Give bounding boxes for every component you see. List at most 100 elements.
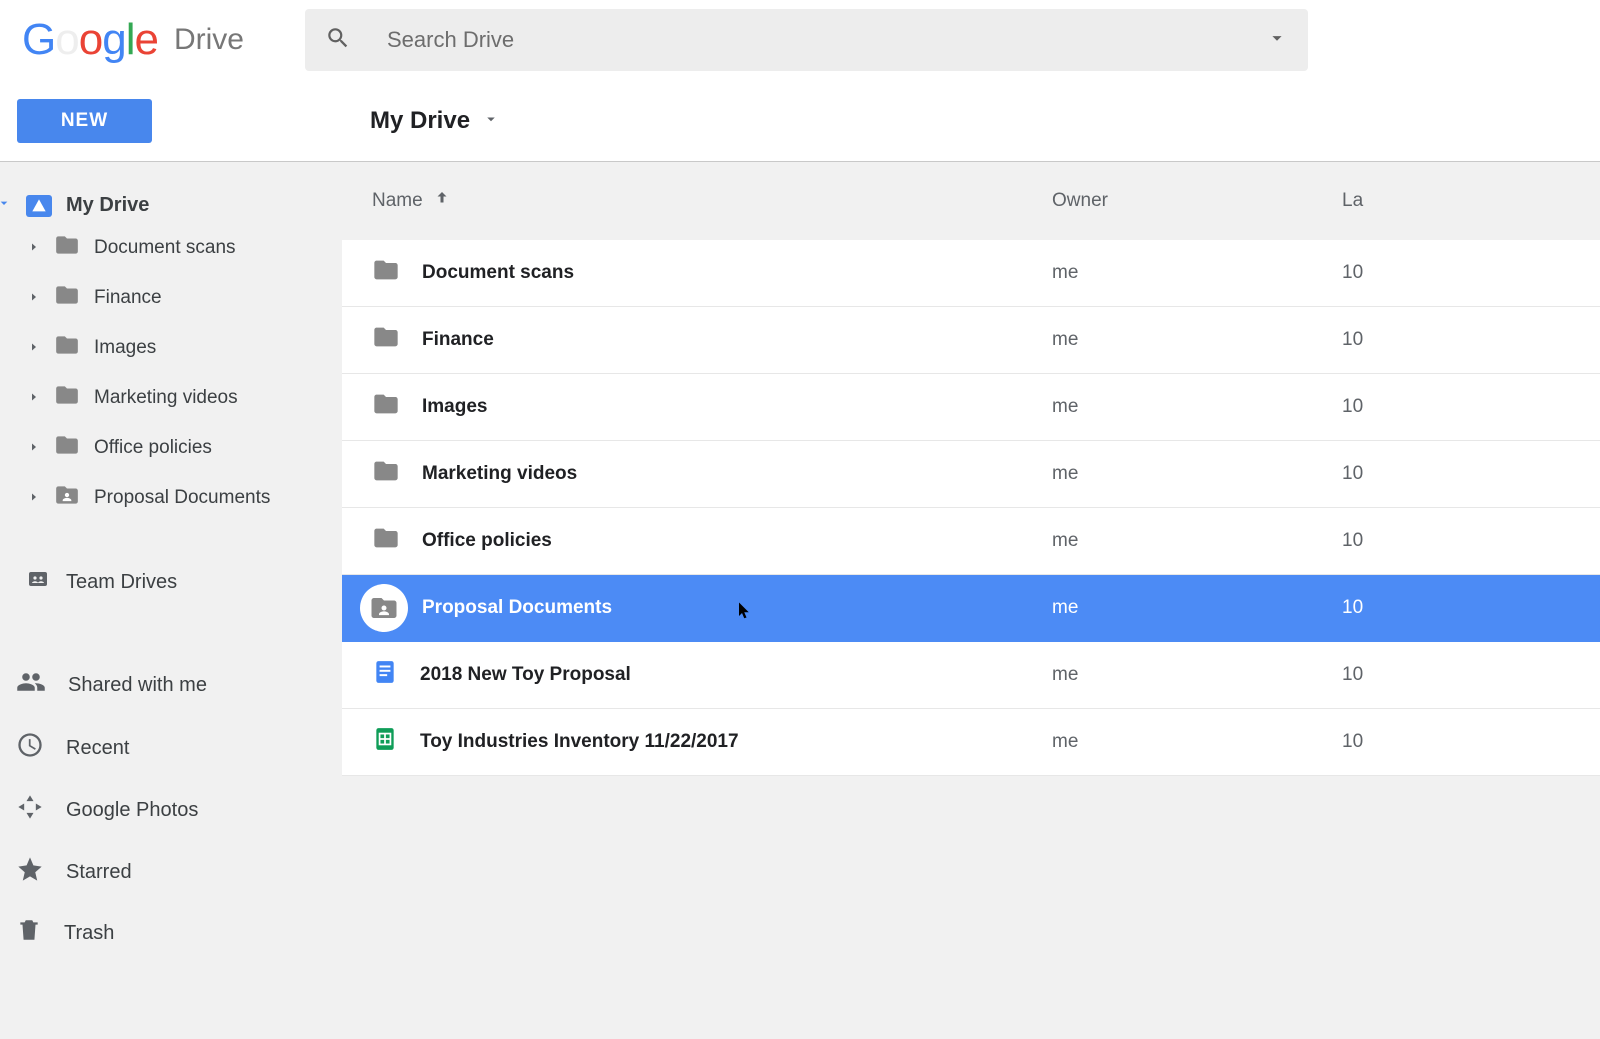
sidebar-item-shared[interactable]: Shared with me (0, 653, 342, 717)
folder-icon (54, 382, 80, 414)
sidebar-folder[interactable]: Proposal Documents (0, 473, 342, 523)
sidebar-folder-label: Office policies (94, 437, 212, 459)
table-row[interactable]: Finance me10 (342, 307, 1600, 374)
row-lastmod: 10 (1342, 463, 1363, 485)
row-name-label: Toy Industries Inventory 11/22/2017 (420, 731, 739, 753)
column-header-lastmod[interactable]: La (1342, 190, 1363, 212)
row-name: Marketing videos (372, 457, 1052, 491)
table-row[interactable]: Office policies me10 (342, 508, 1600, 575)
row-name-label: Marketing videos (422, 463, 577, 485)
row-name-label: 2018 New Toy Proposal (420, 664, 631, 686)
folder-icon (372, 457, 400, 491)
toolbar: NEW My Drive (0, 80, 1600, 162)
sidebar: My Drive Document scans Finance Images Mark… (0, 162, 342, 963)
sidebar-item-label: Google Photos (66, 799, 198, 822)
caret-right-icon[interactable] (28, 437, 40, 459)
table-row[interactable]: Imagesme10 (342, 374, 1600, 441)
row-lastmod: 10 (1342, 664, 1363, 686)
sidebar-item-label: Starred (66, 861, 132, 884)
caret-right-icon[interactable] (28, 387, 40, 409)
row-owner: me (1052, 329, 1342, 351)
row-lastmod: 10 (1342, 731, 1363, 753)
row-lastmod: 10 (1342, 396, 1363, 418)
trash-icon (16, 917, 42, 949)
row-lastmod: 10 (1342, 329, 1363, 351)
table-row[interactable]: 2018 New Toy Proposal me10 (342, 642, 1600, 709)
app-name: Drive (174, 23, 244, 57)
column-header-lastmod-label: La (1342, 190, 1363, 211)
column-header-owner[interactable]: Owner (1052, 190, 1342, 212)
sidebar-item-photos[interactable]: Google Photos (0, 779, 342, 841)
sidebar-team-drives-label: Team Drives (66, 571, 177, 594)
folder-icon (372, 390, 400, 424)
table-row[interactable]: Toy Industries Inventory 11/22/2017 me10 (342, 709, 1600, 776)
row-name: Finance (372, 323, 1052, 357)
sidebar-folder[interactable]: Marketing videos (0, 373, 342, 423)
people-icon (16, 667, 46, 703)
sidebar-folder-label: Marketing videos (94, 387, 238, 409)
row-name-label: Office policies (422, 530, 552, 552)
breadcrumb-label: My Drive (370, 107, 470, 135)
sidebar-root-my-drive[interactable]: My Drive (0, 188, 342, 223)
row-name-label: Proposal Documents (422, 597, 612, 619)
row-owner: me (1052, 530, 1342, 552)
sidebar-item-trash[interactable]: Trash (0, 903, 342, 963)
sidebar-folder[interactable]: Images (0, 323, 342, 373)
sidebar-folder[interactable]: Finance (0, 273, 342, 323)
folder-icon (54, 232, 80, 264)
sidebar-folder[interactable]: Document scans (0, 223, 342, 273)
sidebar-item-starred[interactable]: Starred (0, 841, 342, 903)
caret-right-icon[interactable] (28, 287, 40, 309)
search-input[interactable] (387, 27, 1266, 53)
sidebar-folder-label: Images (94, 337, 156, 359)
breadcrumb[interactable]: My Drive (370, 107, 500, 135)
column-header-name-label: Name (372, 190, 423, 212)
sidebar-folder-label: Finance (94, 287, 162, 309)
cursor-icon (736, 599, 754, 627)
row-name: 2018 New Toy Proposal (372, 659, 1052, 691)
sidebar-folder-label: Proposal Documents (94, 487, 270, 509)
row-name: Toy Industries Inventory 11/22/2017 (372, 726, 1052, 758)
caret-down-icon[interactable] (0, 194, 12, 217)
sidebar-item-label: Trash (64, 922, 114, 945)
row-name: Images (372, 390, 1052, 424)
sidebar-item-label: Recent (66, 737, 129, 760)
search-icon (325, 25, 351, 56)
sidebar-team-drives[interactable]: Team Drives (0, 557, 342, 607)
logo[interactable]: Google Drive (22, 15, 305, 65)
row-name-label: Finance (422, 329, 494, 351)
sidebar-root-label: My Drive (66, 194, 149, 217)
chevron-down-icon (482, 107, 500, 135)
row-lastmod: 10 (1342, 530, 1363, 552)
search-bar[interactable] (305, 9, 1308, 71)
body: My Drive Document scans Finance Images Mark… (0, 162, 1600, 963)
column-header-name[interactable]: Name (372, 189, 1052, 213)
clock-icon (16, 731, 44, 765)
folder-icon (372, 524, 400, 558)
caret-right-icon[interactable] (28, 237, 40, 259)
row-owner: me (1052, 731, 1342, 753)
row-lastmod: 10 (1342, 597, 1363, 619)
sidebar-folder-label: Document scans (94, 237, 236, 259)
sidebar-folder[interactable]: Office policies (0, 423, 342, 473)
new-button[interactable]: NEW (17, 99, 152, 143)
table-body: Document scansme10Financeme10Imagesme10M… (342, 240, 1600, 776)
column-header-owner-label: Owner (1052, 190, 1108, 211)
sidebar-item-label: Shared with me (68, 674, 207, 697)
sheet-icon (372, 726, 398, 758)
table-row[interactable]: Marketing videos me10 (342, 441, 1600, 508)
row-owner: me (1052, 463, 1342, 485)
sidebar-item-recent[interactable]: Recent (0, 717, 342, 779)
caret-right-icon[interactable] (28, 487, 40, 509)
shared-folder-icon (54, 482, 80, 514)
row-owner: me (1052, 262, 1342, 284)
table-row[interactable]: Proposal Documents me10 (342, 575, 1600, 642)
arrow-up-icon (433, 189, 451, 213)
row-owner: me (1052, 664, 1342, 686)
table-row[interactable]: Document scansme10 (342, 240, 1600, 307)
photos-icon (16, 793, 44, 827)
row-name: Office policies (372, 524, 1052, 558)
caret-right-icon[interactable] (28, 337, 40, 359)
row-owner: me (1052, 597, 1342, 619)
search-options-icon[interactable] (1266, 27, 1288, 54)
